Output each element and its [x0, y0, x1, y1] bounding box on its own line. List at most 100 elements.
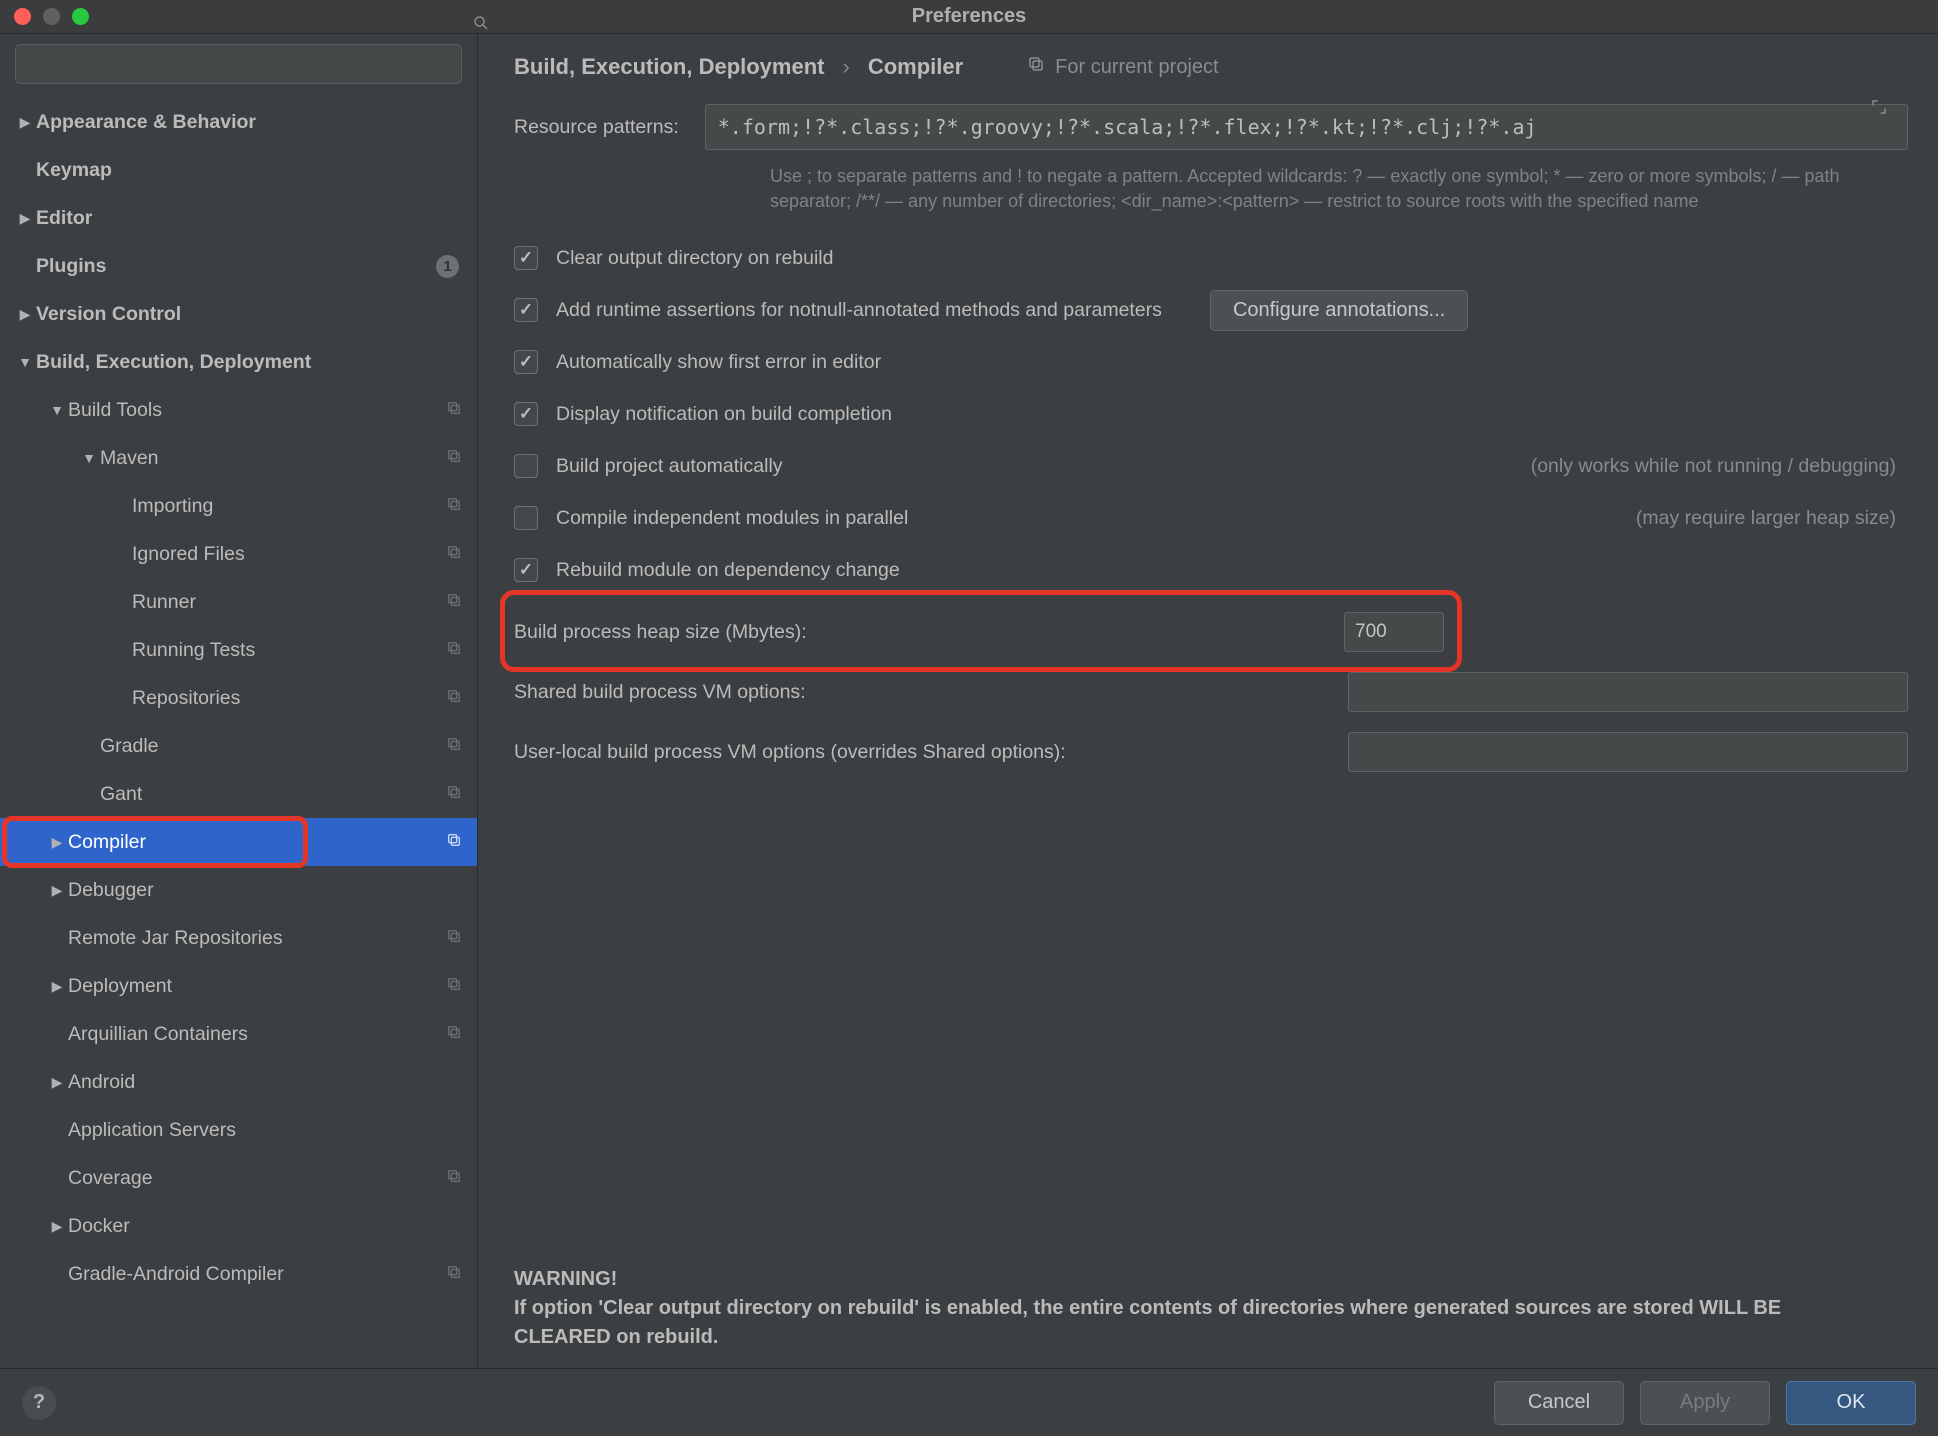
apply-button[interactable]: Apply [1640, 1381, 1770, 1425]
checkbox[interactable] [514, 402, 538, 426]
project-scope-icon [443, 1264, 465, 1285]
option-label: Compile independent modules in parallel [556, 507, 908, 530]
option-row: Build project automatically(only works w… [514, 440, 1908, 492]
tree-item-label: Remote Jar Repositories [68, 927, 443, 950]
checkbox[interactable] [514, 298, 538, 322]
tree-item-label: Arquillian Containers [68, 1023, 443, 1046]
tree-item-label: Editor [36, 207, 465, 230]
help-button[interactable]: ? [22, 1386, 56, 1420]
project-scope-icon [443, 1024, 465, 1045]
settings-tree: ▶Appearance & Behavior▶Keymap▶Editor▶Plu… [0, 92, 477, 1368]
tree-item-maven[interactable]: ▼Maven [0, 434, 477, 482]
tree-item-importing[interactable]: ▶Importing [0, 482, 477, 530]
project-scope-icon [443, 400, 465, 421]
tree-item-label: Gradle [100, 735, 443, 758]
ok-button[interactable]: OK [1786, 1381, 1916, 1425]
configure-annotations-button[interactable]: Configure annotations... [1210, 290, 1468, 331]
tree-item-debugger[interactable]: ▶Debugger [0, 866, 477, 914]
tree-item-label: Version Control [36, 303, 465, 326]
tree-item-version-control[interactable]: ▶Version Control [0, 290, 477, 338]
expand-icon[interactable] [1870, 98, 1888, 122]
copy-icon [1027, 55, 1045, 79]
heap-size-label: Build process heap size (Mbytes): [514, 621, 1330, 644]
checkbox[interactable] [514, 506, 538, 530]
tree-item-deployment[interactable]: ▶Deployment [0, 962, 477, 1010]
user-vm-input[interactable] [1348, 732, 1908, 772]
breadcrumb: Build, Execution, Deployment › Compiler … [514, 54, 1908, 80]
option-row: Add runtime assertions for notnull-annot… [514, 284, 1908, 336]
warning-text: WARNING!If option 'Clear output director… [514, 1265, 1874, 1368]
search-input[interactable] [15, 44, 462, 84]
tree-item-label: Runner [132, 591, 443, 614]
tree-item-gant[interactable]: ▶Gant [0, 770, 477, 818]
option-row: Automatically show first error in editor [514, 336, 1908, 388]
tree-item-label: Build Tools [68, 399, 443, 422]
tree-item-label: Gradle-Android Compiler [68, 1263, 443, 1286]
chevron-right-icon: ▶ [14, 210, 36, 227]
option-label: Automatically show first error in editor [556, 351, 881, 374]
option-row: Rebuild module on dependency change [514, 544, 1908, 596]
tree-item-editor[interactable]: ▶Editor [0, 194, 477, 242]
context-scope: For current project [1027, 55, 1218, 79]
cancel-button[interactable]: Cancel [1494, 1381, 1624, 1425]
checkbox[interactable] [514, 558, 538, 582]
project-scope-icon [443, 688, 465, 709]
chevron-right-icon: ▶ [46, 1218, 68, 1235]
project-scope-icon [443, 928, 465, 949]
option-label: Rebuild module on dependency change [556, 559, 900, 582]
tree-item-running-tests[interactable]: ▶Running Tests [0, 626, 477, 674]
tree-item-compiler[interactable]: ▶Compiler [0, 818, 477, 866]
heap-size-input[interactable] [1344, 612, 1444, 652]
resource-patterns-input[interactable] [705, 104, 1908, 150]
checkbox[interactable] [514, 350, 538, 374]
dialog-footer: ? Cancel Apply OK [0, 1368, 1938, 1436]
tree-item-label: Keymap [36, 159, 465, 182]
project-scope-icon [443, 592, 465, 613]
tree-item-repositories[interactable]: ▶Repositories [0, 674, 477, 722]
tree-item-label: Repositories [132, 687, 443, 710]
tree-item-gradle-android-compiler[interactable]: ▶Gradle-Android Compiler [0, 1250, 477, 1298]
tree-item-android[interactable]: ▶Android [0, 1058, 477, 1106]
checkbox[interactable] [514, 454, 538, 478]
resource-patterns-hint: Use ; to separate patterns and ! to nega… [770, 164, 1870, 214]
tree-item-runner[interactable]: ▶Runner [0, 578, 477, 626]
user-vm-label: User-local build process VM options (ove… [514, 741, 1330, 764]
tree-item-label: Appearance & Behavior [36, 111, 465, 134]
project-scope-icon [443, 1168, 465, 1189]
tree-item-appearance-behavior[interactable]: ▶Appearance & Behavior [0, 98, 477, 146]
tree-item-keymap[interactable]: ▶Keymap [0, 146, 477, 194]
checkbox[interactable] [514, 246, 538, 270]
tree-item-coverage[interactable]: ▶Coverage [0, 1154, 477, 1202]
chevron-down-icon: ▼ [46, 402, 68, 418]
option-label: Display notification on build completion [556, 403, 892, 426]
window-title: Preferences [0, 5, 1938, 28]
chevron-down-icon: ▼ [78, 450, 100, 466]
tree-item-label: Deployment [68, 975, 443, 998]
tree-item-docker[interactable]: ▶Docker [0, 1202, 477, 1250]
tree-item-label: Ignored Files [132, 543, 443, 566]
tree-item-plugins[interactable]: ▶Plugins1 [0, 242, 477, 290]
tree-item-ignored-files[interactable]: ▶Ignored Files [0, 530, 477, 578]
tree-item-remote-jar-repositories[interactable]: ▶Remote Jar Repositories [0, 914, 477, 962]
tree-item-application-servers[interactable]: ▶Application Servers [0, 1106, 477, 1154]
tree-item-label: Compiler [68, 831, 443, 854]
project-scope-icon [443, 976, 465, 997]
option-label: Clear output directory on rebuild [556, 247, 834, 270]
chevron-right-icon: ▶ [46, 882, 68, 899]
sidebar: ▶Appearance & Behavior▶Keymap▶Editor▶Plu… [0, 34, 478, 1368]
tree-item-label: Importing [132, 495, 443, 518]
tree-item-label: Debugger [68, 879, 465, 902]
project-scope-icon [443, 832, 465, 853]
tree-item-build-tools[interactable]: ▼Build Tools [0, 386, 477, 434]
tree-item-arquillian-containers[interactable]: ▶Arquillian Containers [0, 1010, 477, 1058]
project-scope-icon [443, 448, 465, 469]
tree-item-label: Build, Execution, Deployment [36, 351, 465, 374]
tree-item-label: Maven [100, 447, 443, 470]
tree-item-gradle[interactable]: ▶Gradle [0, 722, 477, 770]
tree-item-label: Gant [100, 783, 443, 806]
option-row: Display notification on build completion [514, 388, 1908, 440]
tree-item-build-execution-deployment[interactable]: ▼Build, Execution, Deployment [0, 338, 477, 386]
project-scope-icon [443, 736, 465, 757]
shared-vm-input[interactable] [1348, 672, 1908, 712]
chevron-right-icon: ▶ [46, 1074, 68, 1091]
